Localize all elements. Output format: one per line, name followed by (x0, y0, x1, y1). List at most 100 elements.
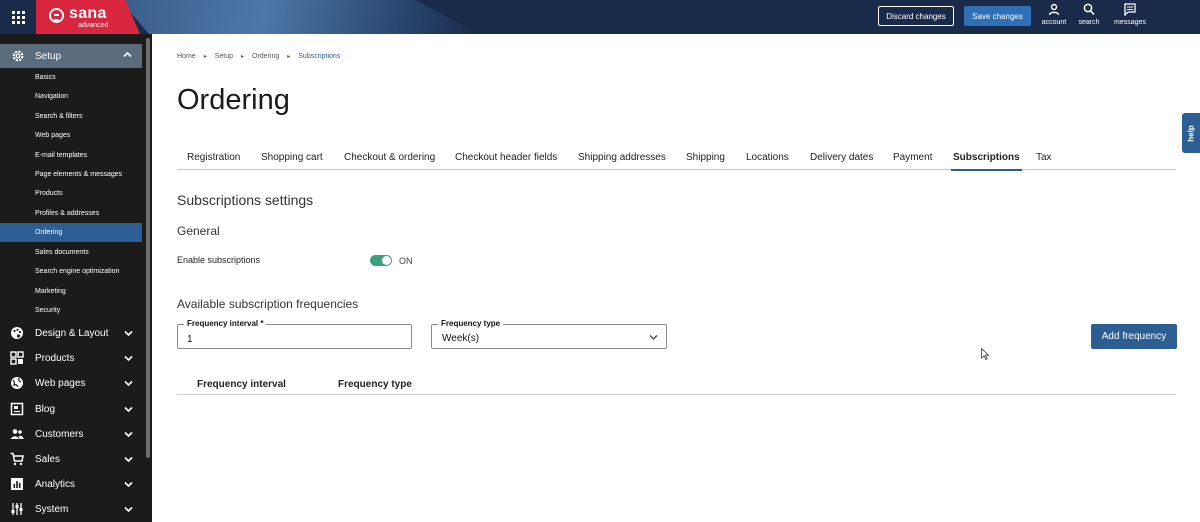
frequency-type-label: Frequency type (438, 319, 504, 328)
frequency-interval-input[interactable] (187, 334, 387, 345)
tab-shipping-addresses[interactable]: Shipping addresses (578, 152, 666, 170)
help-tab[interactable]: help (1182, 113, 1200, 153)
sidebar-item-label: Ordering (35, 229, 63, 236)
tab-locations[interactable]: Locations (746, 152, 789, 170)
sidebar-item-blog[interactable]: Blog (0, 398, 142, 420)
sidebar-item-label: Sales (35, 453, 61, 465)
enable-subscriptions-toggle[interactable] (370, 255, 392, 266)
sidebar-item-label: Web pages (35, 377, 86, 389)
sidebar-scrollbar[interactable] (146, 38, 150, 458)
search-button[interactable]: search (1069, 3, 1109, 31)
sidebar-item-analytics[interactable]: Analytics (0, 473, 142, 495)
sidebar-item-seo[interactable]: Search engine optimization (0, 262, 142, 281)
frequency-interval-field: Frequency interval * (177, 319, 412, 349)
tab-tax[interactable]: Tax (1036, 152, 1052, 170)
sidebar-item-label: Navigation (35, 93, 69, 100)
chevron-down-icon (124, 481, 133, 488)
tab-checkout-header-fields[interactable]: Checkout header fields (455, 152, 557, 170)
sidebar-item-label: Profiles & addresses (35, 210, 100, 217)
chevron-down-icon (124, 330, 133, 337)
breadcrumb-setup[interactable]: Setup (215, 53, 233, 60)
breadcrumb-separator-icon: ▸ (241, 54, 245, 60)
mouse-cursor-icon (981, 348, 989, 360)
breadcrumb-current: Subscriptions (298, 53, 341, 60)
tab-registration[interactable]: Registration (187, 152, 240, 170)
analytics-icon (10, 477, 24, 491)
chevron-down-icon (124, 355, 133, 362)
chevron-down-icon (124, 506, 133, 513)
frequencies-heading: Available subscription frequencies (177, 297, 359, 311)
sidebar-item-products-setup[interactable]: Products (0, 184, 142, 203)
tab-payment[interactable]: Payment (893, 152, 932, 170)
frequency-type-value: Week(s) (442, 333, 480, 344)
sidebar-item-sales[interactable]: Sales (0, 448, 142, 470)
sidebar-item-label: E-mail templates (35, 152, 88, 159)
column-header-interval[interactable]: Frequency interval (197, 379, 286, 390)
tab-bar: Registration Shopping cart Checkout & or… (177, 152, 1176, 171)
tab-shopping-cart[interactable]: Shopping cart (261, 152, 323, 170)
sidebar-item-label: Products (35, 352, 75, 364)
toggle-knob (382, 256, 391, 265)
search-icon (1083, 3, 1095, 16)
tab-subscriptions[interactable]: Subscriptions (951, 152, 1022, 171)
add-frequency-button[interactable]: Add frequency (1091, 324, 1177, 349)
sidebar-item-page-elements[interactable]: Page elements & messages (0, 165, 142, 184)
sidebar-item-products[interactable]: Products (0, 347, 142, 369)
sidebar-item-search-filters[interactable]: Search & filters (0, 107, 142, 126)
breadcrumb-separator-icon: ▸ (287, 54, 291, 60)
sidebar-item-web-pages[interactable]: Web pages (0, 126, 142, 145)
chevron-down-icon (124, 380, 133, 387)
app-launcher-button[interactable] (0, 0, 36, 34)
cart-icon (10, 452, 24, 466)
globe-icon (10, 376, 24, 390)
sidebar-item-email-templates[interactable]: E-mail templates (0, 146, 142, 165)
sidebar-item-system[interactable]: System (0, 498, 142, 520)
frequency-table-header: Frequency interval Frequency type (177, 376, 1176, 395)
sidebar-item-sales-documents[interactable]: Sales documents (0, 243, 142, 262)
column-header-type[interactable]: Frequency type (338, 379, 412, 390)
sidebar-item-label: Web pages (35, 132, 71, 139)
gear-icon (12, 50, 24, 62)
blog-icon (10, 402, 24, 416)
sidebar-section-setup[interactable]: Setup (0, 44, 142, 68)
sidebar-item-profiles-addresses[interactable]: Profiles & addresses (0, 204, 142, 223)
discard-changes-button[interactable]: Discard changes (878, 6, 954, 26)
settings-heading: Subscriptions settings (177, 192, 314, 208)
tab-checkout-ordering[interactable]: Checkout & ordering (344, 152, 435, 170)
sidebar-item-navigation[interactable]: Navigation (0, 87, 142, 106)
sidebar-item-label: Analytics (35, 478, 76, 490)
account-button[interactable]: account (1034, 3, 1074, 31)
message-icon (1124, 3, 1136, 16)
sidebar-item-web-pages-main[interactable]: Web pages (0, 372, 142, 394)
messages-button[interactable]: messages (1110, 3, 1150, 31)
decorative-stripe (120, 0, 480, 34)
chevron-down-icon (124, 431, 133, 438)
sidebar-item-label: Page elements & messages (35, 171, 123, 178)
account-label: account (1041, 19, 1067, 26)
tab-delivery-dates[interactable]: Delivery dates (810, 152, 873, 170)
sidebar-item-security[interactable]: Security (0, 301, 142, 320)
sidebar-item-label: Search engine optimization (35, 268, 120, 275)
brand-edition: advanced (78, 22, 109, 29)
grid-icon (11, 10, 25, 24)
sidebar-item-marketing[interactable]: Marketing (0, 282, 142, 301)
breadcrumb-home[interactable]: Home (177, 53, 196, 60)
save-changes-button[interactable]: Save changes (964, 6, 1031, 26)
breadcrumb-ordering[interactable]: Ordering (252, 53, 279, 60)
toggle-state-label: ON (399, 256, 413, 266)
sidebar-item-label: System (35, 503, 69, 515)
tab-shipping[interactable]: Shipping (686, 152, 725, 170)
customers-icon (10, 427, 24, 441)
brand-logo[interactable]: sana advanced (36, 0, 140, 34)
sidebar-item-design-layout[interactable]: Design & Layout (0, 322, 142, 344)
sidebar-item-customers[interactable]: Customers (0, 423, 142, 445)
products-grid-icon (10, 351, 24, 365)
sidebar-item-label: Security (35, 307, 61, 314)
sidebar-item-basics[interactable]: Basics (0, 68, 142, 87)
sidebar-item-ordering[interactable]: Ordering (0, 223, 142, 242)
sidebar-item-label: Products (35, 190, 63, 197)
sidebar-item-label: Marketing (35, 288, 66, 295)
frequency-type-select[interactable]: Frequency type Week(s) (431, 319, 667, 349)
person-icon (1048, 3, 1060, 16)
chevron-down-icon (124, 406, 133, 413)
